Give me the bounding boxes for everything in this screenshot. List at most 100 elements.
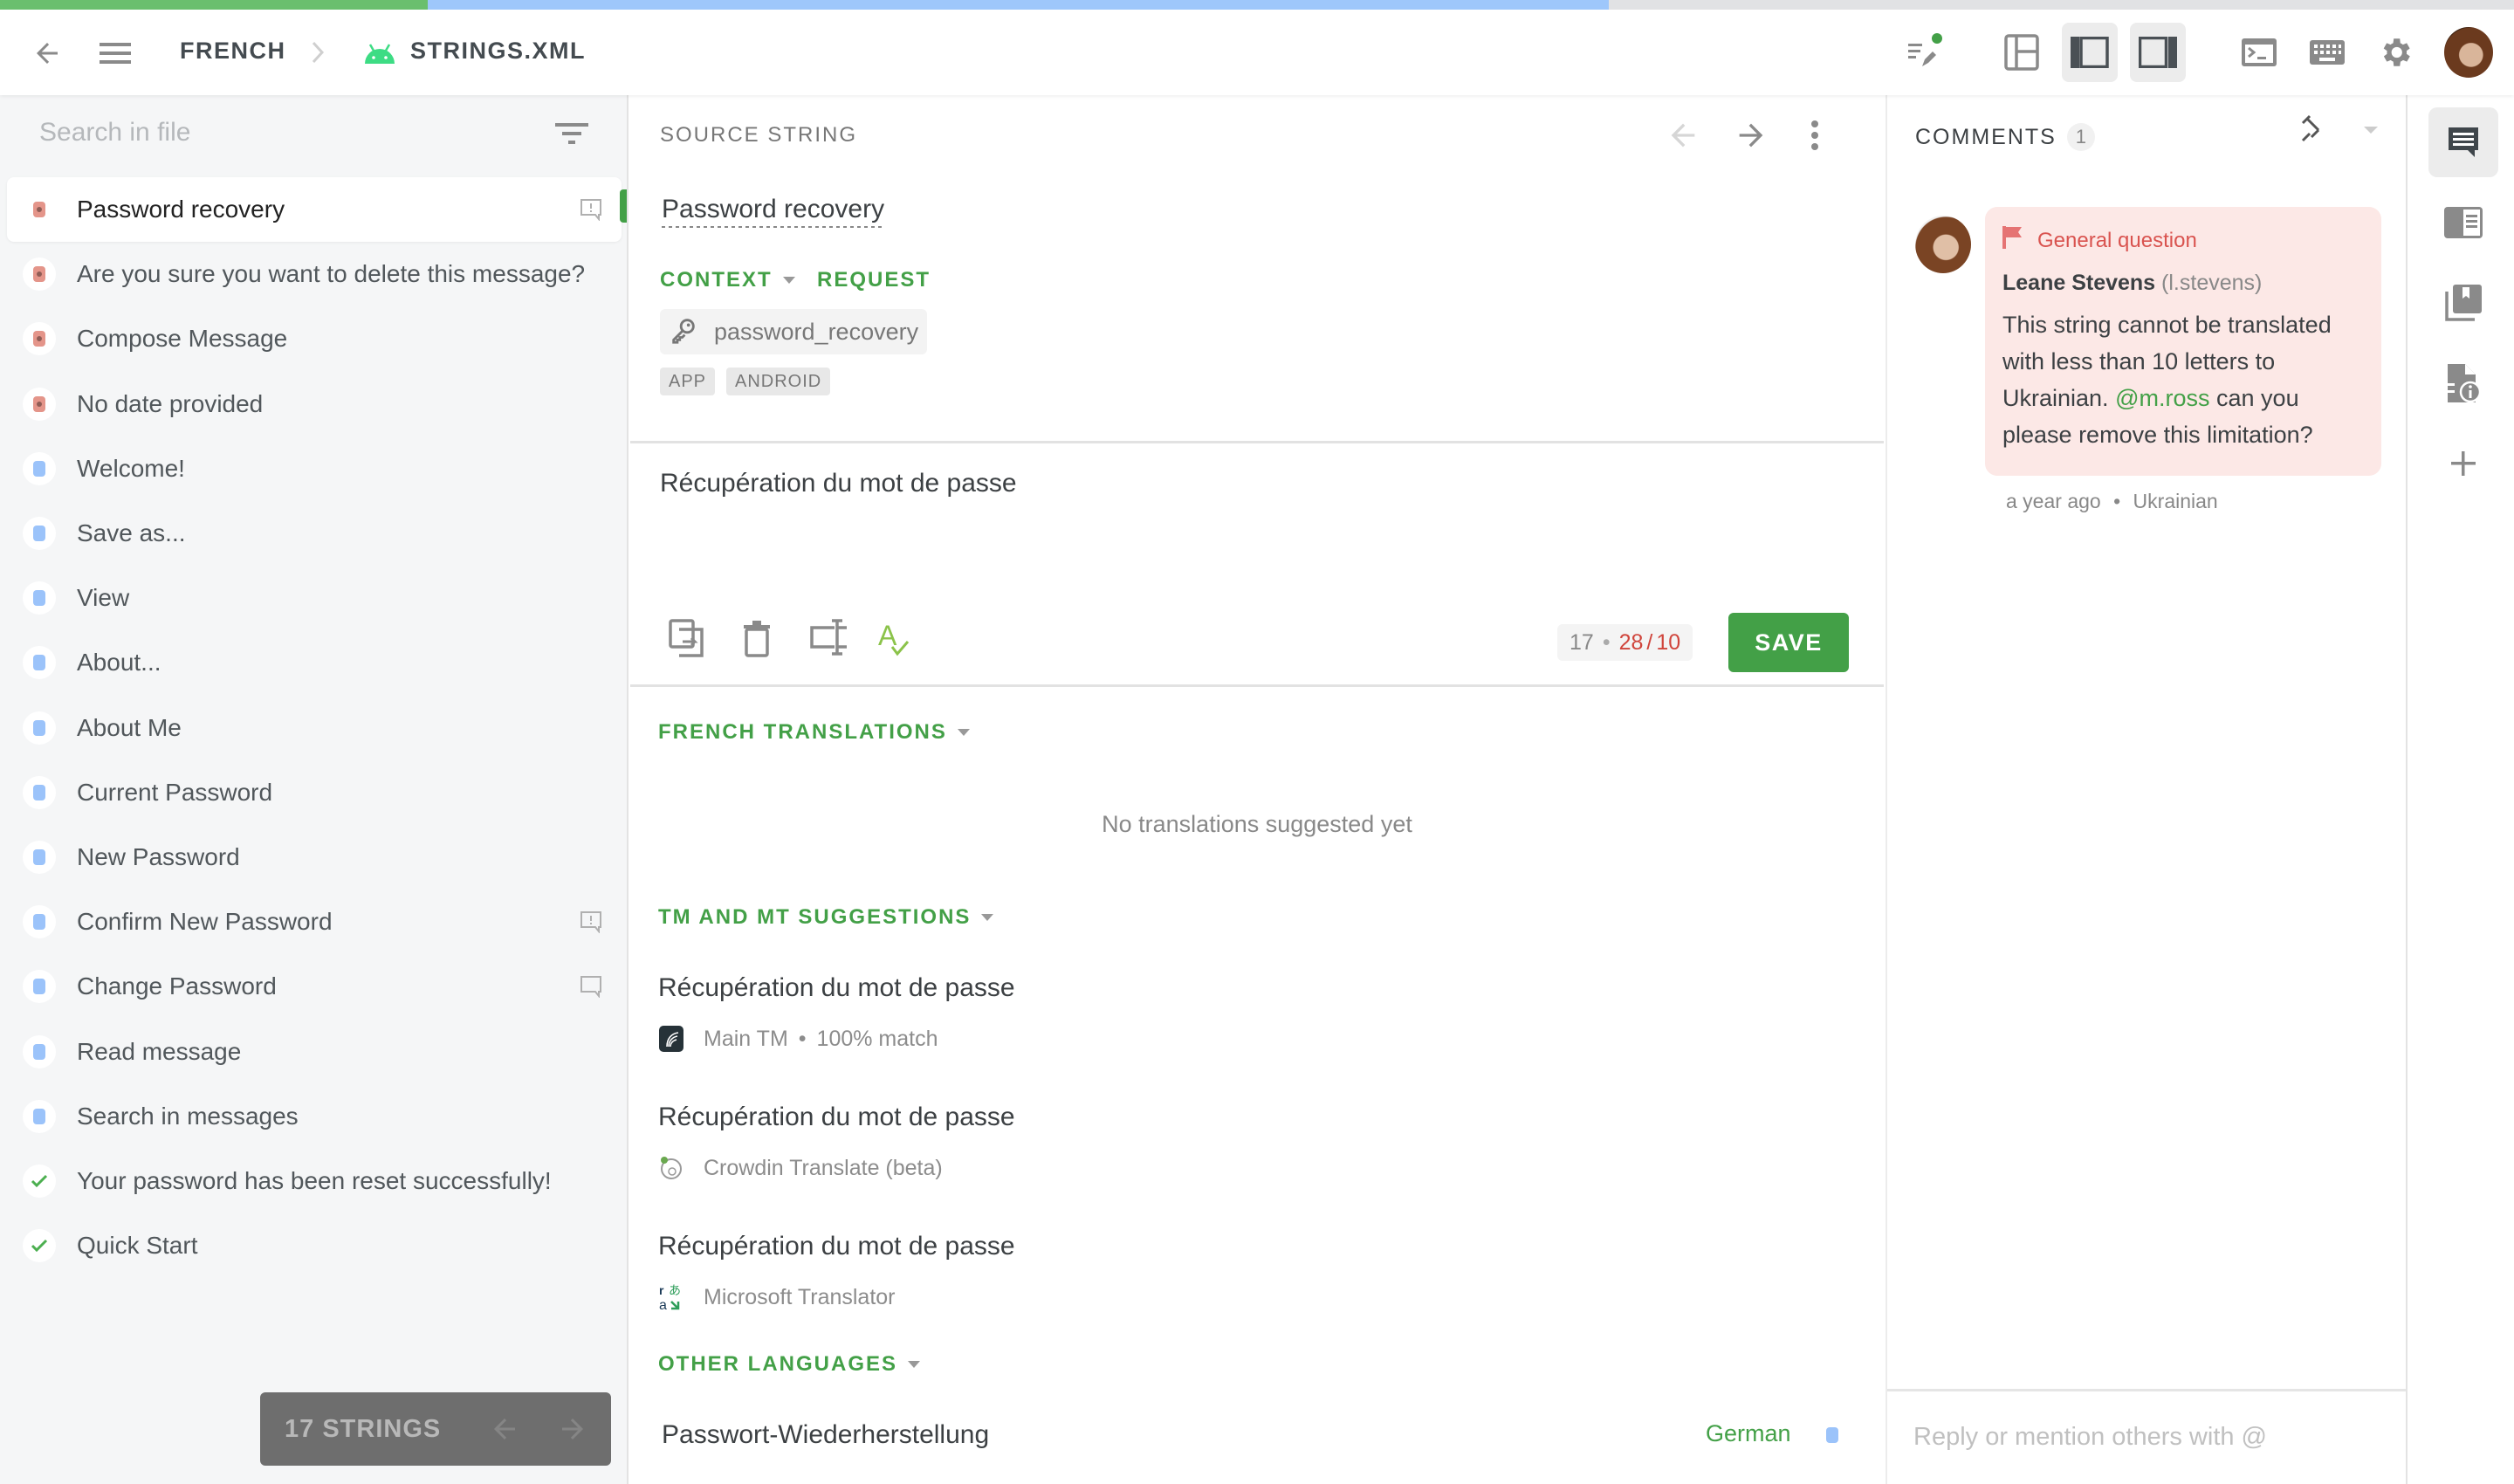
string-list-item[interactable]: Are you sure you want to delete this mes… xyxy=(7,242,622,306)
layout-right-panel-icon[interactable] xyxy=(2130,23,2186,82)
tag-app: APP xyxy=(660,368,716,395)
caret-down-icon[interactable] xyxy=(2364,127,2378,134)
file-info-icon[interactable] xyxy=(2428,348,2498,418)
status-indicator xyxy=(23,322,56,356)
french-translations-toggle[interactable]: FRENCH TRANSLATIONS xyxy=(658,720,970,745)
android-icon xyxy=(363,43,396,70)
string-list-item[interactable]: Confirm New Password xyxy=(7,890,622,954)
reply-input[interactable]: Reply or mention others with @ xyxy=(1913,1423,2267,1452)
string-list-item[interactable]: New Password xyxy=(7,825,622,890)
string-label: Your password has been reset successfull… xyxy=(77,1166,552,1194)
next-arrow-icon[interactable] xyxy=(1734,118,1769,157)
keyboard-icon[interactable] xyxy=(2299,23,2355,82)
hamburger-menu-icon[interactable] xyxy=(98,38,133,69)
string-list-item[interactable]: About... xyxy=(7,630,622,695)
translated-status-icon xyxy=(33,1108,45,1124)
string-list-item[interactable]: View xyxy=(7,566,622,630)
status-indicator xyxy=(23,258,56,292)
terminal-icon[interactable] xyxy=(2231,23,2287,82)
translated-status-icon xyxy=(33,979,45,995)
layout-left-panel-icon[interactable] xyxy=(2062,23,2118,82)
spellcheck-icon[interactable]: A xyxy=(876,619,911,662)
search-input[interactable]: Search in file xyxy=(39,118,190,148)
comments-count-badge: 1 xyxy=(2066,123,2095,151)
translation-input[interactable]: Récupération du mot de passe xyxy=(660,469,1017,498)
language-status-dot xyxy=(1826,1427,1838,1443)
string-list-item[interactable]: Welcome! xyxy=(7,436,622,501)
suggestion-match: 100% match xyxy=(816,1026,938,1051)
svg-text:a: a xyxy=(659,1298,667,1312)
caret-down-icon xyxy=(908,1361,921,1368)
status-indicator xyxy=(23,1229,56,1263)
copy-source-icon[interactable] xyxy=(669,619,704,662)
other-languages-toggle[interactable]: OTHER LANGUAGES xyxy=(658,1352,921,1377)
comments-header: COMMENTS 1 xyxy=(1915,123,2095,151)
status-indicator xyxy=(23,775,56,809)
prev-string-arrow-icon[interactable] xyxy=(489,1413,520,1449)
suggestion-text: Récupération du mot de passe xyxy=(658,1103,1015,1131)
next-string-arrow-icon[interactable] xyxy=(557,1413,588,1449)
save-button[interactable]: SAVE xyxy=(1728,613,1849,672)
suggestion-meta: Crowdin Translate (beta) xyxy=(658,1155,943,1181)
unpin-icon[interactable] xyxy=(2299,114,2325,148)
breadcrumb-file[interactable]: STRINGS.XML xyxy=(410,38,586,65)
string-label: Current Password xyxy=(77,778,273,806)
source-preview-icon[interactable] xyxy=(2428,188,2498,258)
user-avatar[interactable] xyxy=(2444,27,2493,78)
string-list-item[interactable]: About Me xyxy=(7,696,622,760)
string-label: Compose Message xyxy=(77,325,288,353)
comments-icon[interactable] xyxy=(2428,107,2498,177)
filter-icon[interactable] xyxy=(555,121,588,150)
context-label: CONTEXT xyxy=(660,268,773,292)
string-list-item[interactable]: Compose Message xyxy=(7,306,622,371)
tag-android: ANDROID xyxy=(726,368,831,395)
issue-comment-icon xyxy=(580,910,602,938)
microsoft-translator-icon: rあa xyxy=(658,1283,684,1312)
gear-icon[interactable] xyxy=(2367,23,2423,82)
other-language-name[interactable]: German xyxy=(1706,1420,1791,1447)
string-list-item[interactable]: Quick Start xyxy=(7,1213,622,1278)
status-indicator xyxy=(23,970,56,1004)
chevron-right-icon xyxy=(311,39,325,70)
breadcrumb-language[interactable]: FRENCH xyxy=(180,38,286,65)
context-dropdown[interactable]: CONTEXT xyxy=(660,268,795,292)
arrow-left-icon[interactable] xyxy=(30,36,65,71)
string-list-item[interactable]: Current Password xyxy=(7,760,622,825)
edit-list-icon[interactable] xyxy=(1896,23,1952,82)
translated-status-icon xyxy=(33,1043,45,1060)
comments-title: COMMENTS xyxy=(1915,124,2057,149)
string-list-item[interactable]: No date provided xyxy=(7,372,622,436)
status-indicator xyxy=(23,387,56,421)
string-label: Welcome! xyxy=(77,454,185,482)
string-list-item[interactable]: Search in messages xyxy=(7,1084,622,1149)
text-cursor-icon[interactable] xyxy=(810,619,848,660)
string-label: View xyxy=(77,584,130,612)
layout-three-panel-icon[interactable] xyxy=(1994,23,2050,82)
request-link[interactable]: REQUEST xyxy=(817,268,931,292)
status-indicator xyxy=(23,646,56,680)
other-languages-label: OTHER LANGUAGES xyxy=(658,1352,898,1376)
more-options-icon[interactable] xyxy=(1809,120,1821,155)
divider xyxy=(630,441,1884,443)
string-list-item[interactable]: Your password has been reset successfull… xyxy=(7,1149,622,1213)
notification-dot xyxy=(1932,33,1942,44)
clear-translation-icon[interactable] xyxy=(744,621,770,662)
source-string-text: Password recovery xyxy=(662,195,885,228)
glossary-icon[interactable] xyxy=(2428,268,2498,338)
string-list-item[interactable]: Change Password xyxy=(7,954,622,1019)
mention-link[interactable]: @m.ross xyxy=(2115,385,2209,411)
string-label: New Password xyxy=(77,842,240,870)
untranslated-status-icon xyxy=(33,266,45,283)
slash: / xyxy=(1646,629,1653,655)
string-list-item[interactable]: Save as... xyxy=(7,501,622,566)
string-list-item[interactable]: Read message xyxy=(7,1019,622,1083)
tm-mt-suggestions-toggle[interactable]: TM AND MT SUGGESTIONS xyxy=(658,905,994,930)
string-list-item[interactable]: Password recovery xyxy=(7,177,627,243)
strings-list: Password recovery Are you sure you want t… xyxy=(7,177,627,1278)
prev-arrow-icon[interactable] xyxy=(1666,118,1700,157)
comment-body: This string cannot be translated with le… xyxy=(2002,306,2364,453)
status-indicator xyxy=(23,905,56,939)
translated-status-icon xyxy=(33,590,45,607)
status-indicator xyxy=(23,840,56,874)
add-icon[interactable] xyxy=(2428,429,2498,498)
